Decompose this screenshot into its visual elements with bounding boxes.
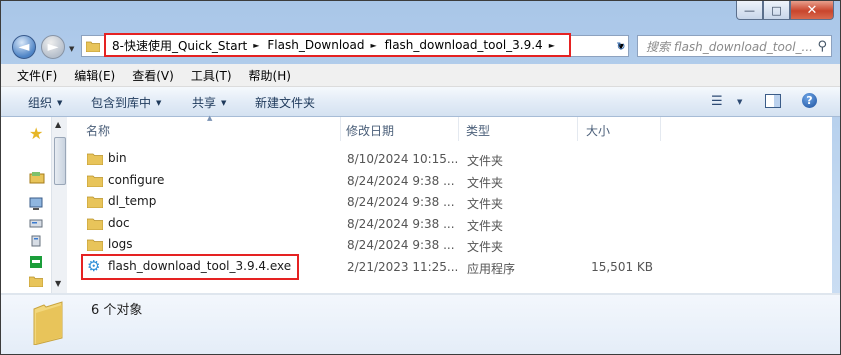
include-in-library-label: 包含到库中 bbox=[91, 96, 152, 110]
chevron-down-icon: ▼ bbox=[156, 99, 162, 107]
folder-icon bbox=[87, 239, 103, 251]
close-button[interactable]: ✕ bbox=[790, 1, 834, 20]
sort-arrow-icon: ▲ bbox=[207, 114, 213, 122]
file-type: 文件夹 bbox=[467, 197, 504, 211]
recent-pages-dropdown[interactable]: ▼ bbox=[69, 45, 74, 53]
breadcrumb-item[interactable]: Flash_Download bbox=[267, 38, 364, 52]
search-icon[interactable]: ⚲ bbox=[817, 39, 827, 54]
file-type: 文件夹 bbox=[467, 240, 504, 254]
chevron-down-icon: ▼ bbox=[57, 99, 63, 107]
folder-icon bbox=[87, 175, 103, 187]
change-view-icon[interactable]: ☰ bbox=[711, 94, 723, 109]
file-row[interactable]: logs 8/24/2024 9:38 ... 文件夹 bbox=[67, 235, 832, 256]
column-header-modified[interactable]: 修改日期 bbox=[346, 122, 394, 139]
column-header-size[interactable]: 大小 bbox=[586, 122, 610, 139]
file-modified: 8/24/2024 9:38 ... bbox=[347, 238, 455, 252]
forward-button[interactable]: ► bbox=[41, 35, 65, 59]
organize-button[interactable]: 组织 ▼ bbox=[28, 94, 62, 111]
column-header-name[interactable]: 名称 bbox=[86, 122, 110, 139]
search-input[interactable]: 搜索 flash_download_tool_... ⚲ bbox=[637, 35, 832, 57]
include-in-library-button[interactable]: 包含到库中 ▼ bbox=[91, 94, 161, 111]
file-name: configure bbox=[108, 173, 165, 187]
drive-icon[interactable] bbox=[29, 235, 43, 250]
computer-icon[interactable] bbox=[29, 197, 43, 214]
gear-icon: ⚙ bbox=[87, 257, 101, 275]
breadcrumb: 8-快速使用_Quick_Start ► Flash_Download ► fl… bbox=[104, 33, 571, 57]
organize-label: 组织 bbox=[28, 96, 53, 110]
file-type: 应用程序 bbox=[467, 262, 516, 276]
network-drive-icon[interactable] bbox=[29, 255, 43, 272]
scrollbar-thumb[interactable] bbox=[54, 137, 66, 185]
help-button[interactable]: ? bbox=[802, 93, 817, 108]
menu-help[interactable]: 帮助(H) bbox=[249, 67, 291, 84]
navigation-scrollbar[interactable]: ▲ ▼ bbox=[51, 117, 67, 293]
folder-icon bbox=[87, 218, 103, 230]
menu-tools[interactable]: 工具(T) bbox=[191, 67, 232, 84]
file-type: 文件夹 bbox=[467, 154, 504, 168]
folder-icon bbox=[33, 301, 63, 345]
file-row[interactable]: dl_temp 8/24/2024 9:38 ... 文件夹 bbox=[67, 192, 832, 213]
details-pane: 6 个对象 bbox=[1, 295, 840, 354]
back-button[interactable]: ◄ bbox=[12, 35, 36, 59]
caption-buttons: — □ ✕ bbox=[736, 1, 834, 20]
breadcrumb-item[interactable]: flash_download_tool_3.9.4 bbox=[385, 38, 543, 52]
explorer-window: — □ ✕ ◄ ► ▼ 8-快速使用_Quick_Start ► Flash_D… bbox=[0, 0, 841, 355]
column-header-type[interactable]: 类型 bbox=[466, 122, 490, 139]
file-list: ▲ 名称 修改日期 类型 大小 bin 8/10/2024 10:15... 文… bbox=[67, 114, 832, 293]
drive-icon[interactable] bbox=[29, 217, 43, 232]
file-name: dl_temp bbox=[108, 194, 157, 208]
file-name: bin bbox=[108, 151, 127, 165]
menu-bar: 文件(F) 编辑(E) 查看(V) 工具(T) 帮助(H) bbox=[1, 64, 840, 87]
command-bar: 组织 ▼ 包含到库中 ▼ 共享 ▼ 新建文件夹 ☰ ▼ ? bbox=[1, 87, 840, 117]
forward-arrow-icon: ► bbox=[47, 39, 59, 55]
maximize-button[interactable]: □ bbox=[763, 1, 790, 20]
file-modified: 8/24/2024 9:38 ... bbox=[347, 174, 455, 188]
breadcrumb-chevron-icon[interactable]: ► bbox=[370, 41, 376, 50]
breadcrumb-chevron-icon[interactable]: ► bbox=[549, 41, 555, 50]
menu-view[interactable]: 查看(V) bbox=[132, 67, 174, 84]
folder-icon bbox=[87, 153, 103, 165]
file-modified: 2/21/2023 11:25... bbox=[347, 260, 459, 274]
address-bar[interactable]: 8-快速使用_Quick_Start ► Flash_Download ► fl… bbox=[81, 33, 629, 57]
back-arrow-icon: ◄ bbox=[18, 39, 30, 55]
chevron-down-icon[interactable]: ▼ bbox=[737, 98, 742, 106]
item-count: 6 个对象 bbox=[91, 303, 143, 318]
file-name: flash_download_tool_3.9.4.exe bbox=[108, 259, 292, 273]
favorites-star-icon[interactable]: ★ bbox=[29, 126, 43, 142]
scroll-down-icon[interactable]: ▼ bbox=[55, 279, 61, 288]
file-row[interactable]: bin 8/10/2024 10:15... 文件夹 bbox=[67, 149, 832, 170]
folder-icon bbox=[87, 196, 103, 208]
column-header-row: ▲ 名称 修改日期 类型 大小 bbox=[67, 114, 832, 141]
folder-icon bbox=[86, 41, 100, 52]
new-folder-button[interactable]: 新建文件夹 bbox=[255, 94, 315, 111]
breadcrumb-chevron-icon[interactable]: ► bbox=[253, 41, 259, 50]
file-modified: 8/10/2024 10:15... bbox=[347, 152, 459, 166]
folder-icon[interactable] bbox=[28, 275, 44, 290]
file-row[interactable]: configure 8/24/2024 9:38 ... 文件夹 bbox=[67, 171, 832, 192]
help-icon: ? bbox=[806, 94, 813, 107]
file-row[interactable]: ⚙ flash_download_tool_3.9.4.exe 2/21/202… bbox=[67, 257, 832, 278]
scroll-up-icon[interactable]: ▲ bbox=[55, 120, 61, 129]
file-size: 15,501 KB bbox=[591, 260, 653, 274]
minimize-button[interactable]: — bbox=[736, 1, 763, 20]
file-name: logs bbox=[108, 237, 133, 251]
file-row[interactable]: doc 8/24/2024 9:38 ... 文件夹 bbox=[67, 214, 832, 235]
breadcrumb-item[interactable]: 8-快速使用_Quick_Start bbox=[112, 37, 247, 54]
refresh-button[interactable]: ↻ bbox=[612, 37, 630, 55]
file-name: doc bbox=[108, 216, 130, 230]
menu-edit[interactable]: 编辑(E) bbox=[74, 67, 115, 84]
preview-pane-icon[interactable] bbox=[765, 94, 781, 112]
chevron-down-icon: ▼ bbox=[221, 99, 227, 107]
new-folder-label: 新建文件夹 bbox=[255, 96, 316, 110]
share-label: 共享 bbox=[192, 96, 217, 110]
file-type: 文件夹 bbox=[467, 219, 504, 233]
refresh-icon: ↻ bbox=[616, 39, 626, 53]
menu-file[interactable]: 文件(F) bbox=[17, 67, 57, 84]
file-type: 文件夹 bbox=[467, 176, 504, 190]
share-button[interactable]: 共享 ▼ bbox=[192, 94, 226, 111]
file-modified: 8/24/2024 9:38 ... bbox=[347, 217, 455, 231]
libraries-icon[interactable] bbox=[29, 171, 45, 187]
search-placeholder: 搜索 flash_download_tool_... bbox=[646, 39, 813, 54]
file-modified: 8/24/2024 9:38 ... bbox=[347, 195, 455, 209]
